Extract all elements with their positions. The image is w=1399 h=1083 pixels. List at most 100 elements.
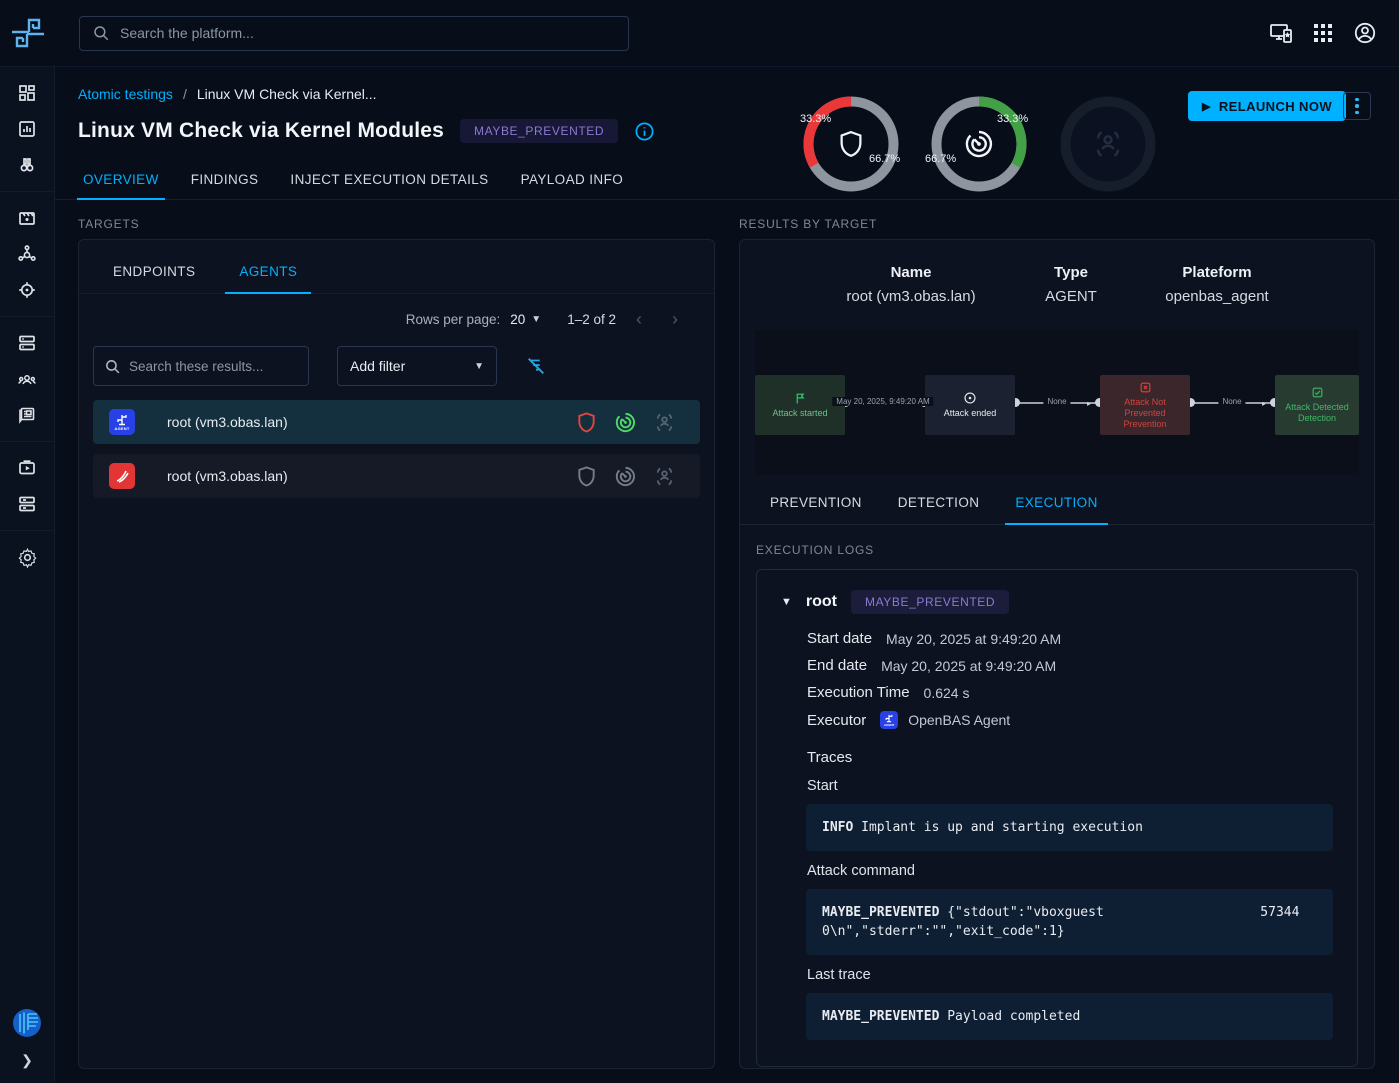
sidebar-item-atomic-testing[interactable] bbox=[8, 272, 46, 308]
node-attack-not-prevented[interactable]: Attack Not PreventedPrevention bbox=[1100, 375, 1190, 435]
agent-row-caldera[interactable]: root (vm3.obas.lan) bbox=[93, 454, 700, 498]
sidebar-item-payloads[interactable] bbox=[8, 450, 46, 486]
sidebar-item-teams[interactable] bbox=[8, 361, 46, 397]
breadcrumb-current: Linux VM Check via Kernel... bbox=[197, 86, 377, 102]
tab-payload-info[interactable]: PAYLOAD INFO bbox=[505, 162, 640, 199]
tab-detection[interactable]: DETECTION bbox=[880, 483, 998, 524]
next-page-button[interactable]: › bbox=[662, 306, 688, 332]
account-circle-icon[interactable] bbox=[1353, 21, 1377, 45]
tab-execution[interactable]: EXECUTION bbox=[997, 483, 1115, 524]
play-icon: ▶ bbox=[1202, 100, 1211, 113]
field-label: End date bbox=[807, 657, 867, 674]
openbas-logo[interactable] bbox=[0, 15, 55, 51]
tab-overview[interactable]: OVERVIEW bbox=[67, 162, 175, 199]
sidebar-item-dashboard[interactable] bbox=[8, 75, 46, 111]
last-trace-log: MAYBE_PREVENTED Payload completed bbox=[806, 993, 1333, 1040]
target-icon bbox=[963, 391, 977, 405]
tab-prevention[interactable]: PREVENTION bbox=[752, 483, 880, 524]
add-filter-select[interactable]: Add filter ▼ bbox=[337, 346, 497, 386]
caret-down-icon: ▼ bbox=[531, 314, 541, 325]
sidebar-expand-chevron[interactable]: ❯ bbox=[21, 1052, 33, 1069]
sidebar-item-analytics[interactable] bbox=[8, 111, 46, 147]
apps-grid-icon[interactable] bbox=[1311, 21, 1335, 45]
field-label: Start date bbox=[807, 630, 872, 647]
human-response-donut-disabled bbox=[1060, 96, 1156, 192]
status-badge: MAYBE_PREVENTED bbox=[460, 119, 618, 143]
sidebar: ❯ bbox=[0, 67, 55, 1083]
last-trace-label: Last trace bbox=[807, 967, 1333, 983]
more-options-button[interactable] bbox=[1343, 92, 1371, 120]
rows-per-page-label: Rows per page: bbox=[406, 312, 501, 327]
human-sensor-icon bbox=[653, 465, 676, 488]
page-title: Linux VM Check via Kernel Modules bbox=[78, 119, 444, 143]
targets-tabs: ENDPOINTS AGENTS bbox=[79, 240, 714, 294]
results-section-label: RESULTS BY TARGET bbox=[739, 217, 1375, 231]
results-search-input[interactable] bbox=[129, 359, 298, 374]
execution-logs-label: EXECUTION LOGS bbox=[756, 543, 1358, 557]
search-icon bbox=[92, 24, 110, 42]
filigran-logo bbox=[12, 1008, 42, 1038]
field-value: May 20, 2025 at 9:49:20 AM bbox=[886, 631, 1061, 647]
prevention-shield-icon bbox=[575, 411, 598, 434]
openbas-agent-icon: AGENT bbox=[109, 409, 135, 435]
screen-share-icon[interactable] bbox=[1269, 21, 1293, 45]
prevention-shield-icon bbox=[575, 465, 598, 488]
sidebar-item-investigate[interactable] bbox=[8, 147, 46, 183]
relaunch-now-button[interactable]: ▶ RELAUNCH NOW bbox=[1188, 91, 1346, 121]
col-name-value: root (vm3.obas.lan) bbox=[846, 288, 975, 305]
sidebar-item-components[interactable] bbox=[8, 486, 46, 522]
sidebar-item-scenarios[interactable] bbox=[8, 200, 46, 236]
node-attack-ended[interactable]: Attack ended bbox=[925, 375, 1015, 435]
flag-icon bbox=[794, 392, 807, 405]
human-sensor-icon bbox=[653, 411, 676, 434]
search-icon bbox=[104, 358, 121, 375]
sidebar-item-attack-graph[interactable] bbox=[8, 236, 46, 272]
start-trace-log: INFO Implant is up and starting executio… bbox=[806, 804, 1333, 851]
log-agent-name: root bbox=[806, 593, 837, 611]
page-range: 1–2 of 2 bbox=[567, 312, 616, 327]
detection-radar-icon bbox=[614, 411, 637, 434]
clear-filters-icon[interactable] bbox=[525, 355, 547, 377]
sidebar-item-assets[interactable] bbox=[8, 325, 46, 361]
sidebar-item-channels[interactable] bbox=[8, 397, 46, 433]
tab-agents[interactable]: AGENTS bbox=[217, 252, 319, 293]
log-status-badge: MAYBE_PREVENTED bbox=[851, 590, 1009, 614]
attack-command-label: Attack command bbox=[807, 863, 1333, 879]
col-platform-header: Plateform bbox=[1182, 264, 1251, 281]
search-input[interactable] bbox=[120, 25, 616, 41]
agent-row-openbas[interactable]: AGENT root (vm3.obas.lan) bbox=[93, 400, 700, 444]
agent-name: root (vm3.obas.lan) bbox=[167, 414, 288, 430]
collapse-triangle-icon[interactable]: ▼ bbox=[781, 596, 792, 608]
caldera-agent-icon bbox=[109, 463, 135, 489]
breadcrumb-parent-link[interactable]: Atomic testings bbox=[78, 86, 173, 102]
agent-name: root (vm3.obas.lan) bbox=[167, 468, 288, 484]
field-value: May 20, 2025 at 9:49:20 AM bbox=[881, 658, 1056, 674]
platform-search[interactable] bbox=[79, 16, 629, 51]
header-tabs: OVERVIEW FINDINGS INJECT EXECUTION DETAI… bbox=[67, 162, 639, 199]
radar-icon bbox=[963, 128, 995, 160]
tab-endpoints[interactable]: ENDPOINTS bbox=[91, 252, 217, 293]
results-search[interactable] bbox=[93, 346, 309, 386]
field-label: Execution Time bbox=[807, 684, 910, 701]
detection-check-icon bbox=[1311, 386, 1324, 399]
prev-page-button[interactable]: ‹ bbox=[626, 306, 652, 332]
topbar bbox=[0, 0, 1399, 67]
detection-radar-icon bbox=[614, 465, 637, 488]
col-platform-value: openbas_agent bbox=[1165, 288, 1268, 305]
tab-inject-execution-details[interactable]: INJECT EXECUTION DETAILS bbox=[274, 162, 504, 199]
attack-command-log: MAYBE_PREVENTED {"stdout":"vboxguest 573… bbox=[806, 889, 1333, 955]
timeline-edge-none: None bbox=[1043, 397, 1070, 406]
detection-score-donut bbox=[931, 96, 1027, 192]
sidebar-item-settings[interactable] bbox=[8, 539, 46, 575]
info-icon[interactable] bbox=[634, 121, 655, 142]
prevention-remainder-pct: 66.7% bbox=[869, 153, 900, 165]
shield-icon bbox=[836, 129, 866, 159]
tab-findings[interactable]: FINDINGS bbox=[175, 162, 275, 199]
traces-title: Traces bbox=[807, 749, 1333, 766]
field-value: 0.624 s bbox=[924, 685, 970, 701]
execution-log-card: ▼ root MAYBE_PREVENTED Start date May 20,… bbox=[756, 569, 1358, 1067]
results-tabs: PREVENTION DETECTION EXECUTION bbox=[740, 475, 1374, 525]
openbas-agent-icon: AGENT bbox=[880, 711, 898, 729]
node-attack-detected[interactable]: Attack DetectedDetection bbox=[1275, 375, 1359, 435]
rows-per-page-select[interactable]: 20 ▼ bbox=[510, 312, 541, 327]
